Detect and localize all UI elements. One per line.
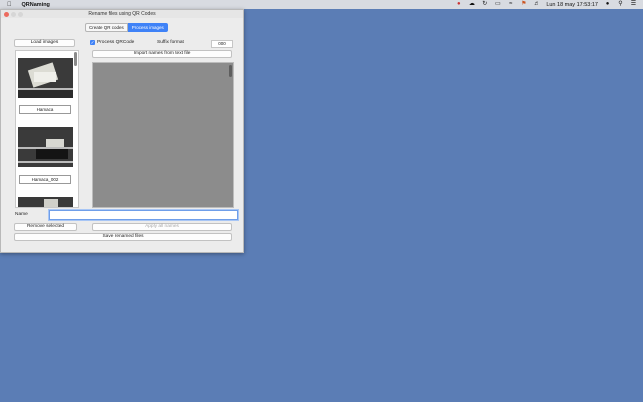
window-titlebar[interactable]: Rename files using QR Codes: [1, 10, 243, 18]
search-icon[interactable]: ⚲: [617, 1, 624, 8]
suffix-format-field[interactable]: 000: [211, 40, 233, 48]
app-window: Rename files using QR Codes Create QR co…: [0, 9, 244, 253]
thumbnail-image[interactable]: [18, 127, 73, 167]
name-input[interactable]: [49, 210, 238, 220]
thumbnail-image[interactable]: [18, 197, 73, 207]
thumbnail-scrollbar[interactable]: [74, 52, 77, 66]
process-qrcode-checkbox[interactable]: ✓: [90, 40, 95, 45]
thumbnail-image[interactable]: [18, 58, 73, 98]
clock-text[interactable]: Lun 18 may 17:53:17: [546, 2, 598, 8]
creative-cloud-icon[interactable]: ●: [455, 1, 462, 8]
process-qrcode-label: Process QRCode: [97, 40, 135, 45]
menu-icon[interactable]: ☰: [630, 1, 637, 8]
name-label: Name: [15, 212, 28, 217]
save-renamed-files-button[interactable]: Save renamed files: [14, 233, 232, 241]
load-images-button[interactable]: Load images: [14, 39, 75, 47]
window-title: Rename files using QR Codes: [88, 11, 156, 17]
cloud-icon[interactable]: ☁: [468, 1, 475, 8]
app-menu-name[interactable]: QRNaming: [22, 2, 50, 8]
tab-bar: Create QR codes Process images: [85, 23, 168, 32]
airplay-icon[interactable]: ▭: [494, 1, 501, 8]
tab-create-qr-codes[interactable]: Create QR codes: [85, 23, 128, 32]
import-names-button[interactable]: Import names from text file: [92, 50, 232, 58]
volume-icon[interactable]: ♬: [533, 1, 540, 8]
status-area: ● ☁ ↻ ▭ ≈ ⚑ ♬ Lun 18 may 17:53:17 ● ⚲ ☰: [455, 0, 637, 9]
image-preview: [92, 62, 234, 208]
menu-bar:  QRNaming ● ☁ ↻ ▭ ≈ ⚑ ♬ Lun 18 may 17:5…: [0, 0, 643, 9]
tab-process-images[interactable]: Process images: [127, 23, 168, 32]
remove-selected-button[interactable]: Remove selected: [14, 223, 77, 231]
apply-all-names-button[interactable]: Apply all names: [92, 223, 232, 231]
time-machine-icon[interactable]: ↻: [481, 1, 488, 8]
user-icon[interactable]: ●: [604, 1, 611, 8]
thumbnail-name-label[interactable]: Hamaca_002: [19, 175, 71, 184]
wifi-icon[interactable]: ≈: [507, 1, 514, 8]
apple-icon[interactable]: : [7, 2, 12, 8]
thumbnail-list[interactable]: Hamaca Hamaca_002: [15, 50, 79, 208]
preview-scrollbar[interactable]: [229, 65, 232, 77]
thumbnail-name-label[interactable]: Hamaca: [19, 105, 71, 114]
flag-icon[interactable]: ⚑: [520, 1, 527, 8]
suffix-format-label: Suffix format: [157, 40, 184, 45]
